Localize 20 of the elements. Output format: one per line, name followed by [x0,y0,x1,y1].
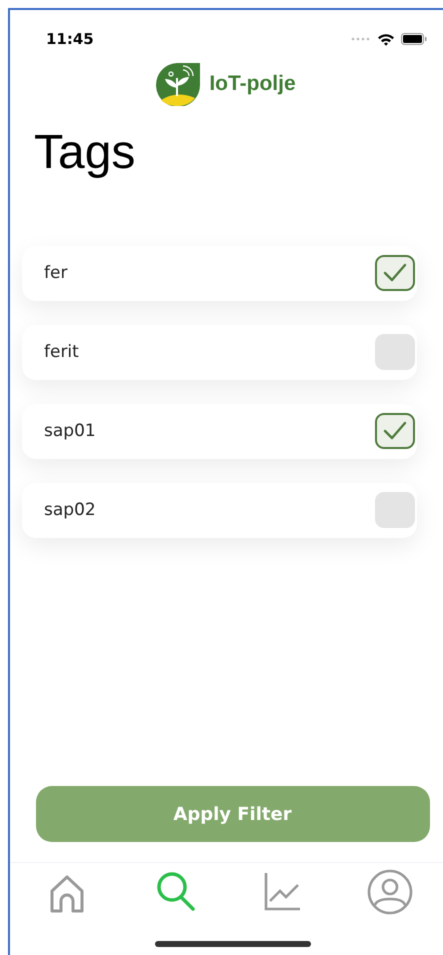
tag-row[interactable]: ferit [22,324,417,380]
checkbox[interactable] [375,255,415,292]
profile-icon[interactable] [366,869,413,915]
wifi-icon [377,32,395,46]
tag-row[interactable]: sap01 [22,404,417,459]
page-title: Tags [34,125,136,181]
tag-label: fer [44,263,68,284]
checkbox[interactable] [375,334,415,370]
signal-icon [351,37,371,41]
status-time: 11:45 [46,30,94,48]
checkbox[interactable] [375,492,415,528]
checkbox[interactable] [375,413,415,450]
logo-text: IoT-polje [209,72,296,96]
tag-label: sap01 [44,421,96,442]
logo-icon [155,62,202,106]
battery-icon [401,33,427,45]
tag-label: ferit [44,342,79,362]
tag-row[interactable]: sap02 [22,482,417,538]
tag-label: sap02 [44,500,96,520]
tag-row[interactable]: fer [22,246,417,301]
